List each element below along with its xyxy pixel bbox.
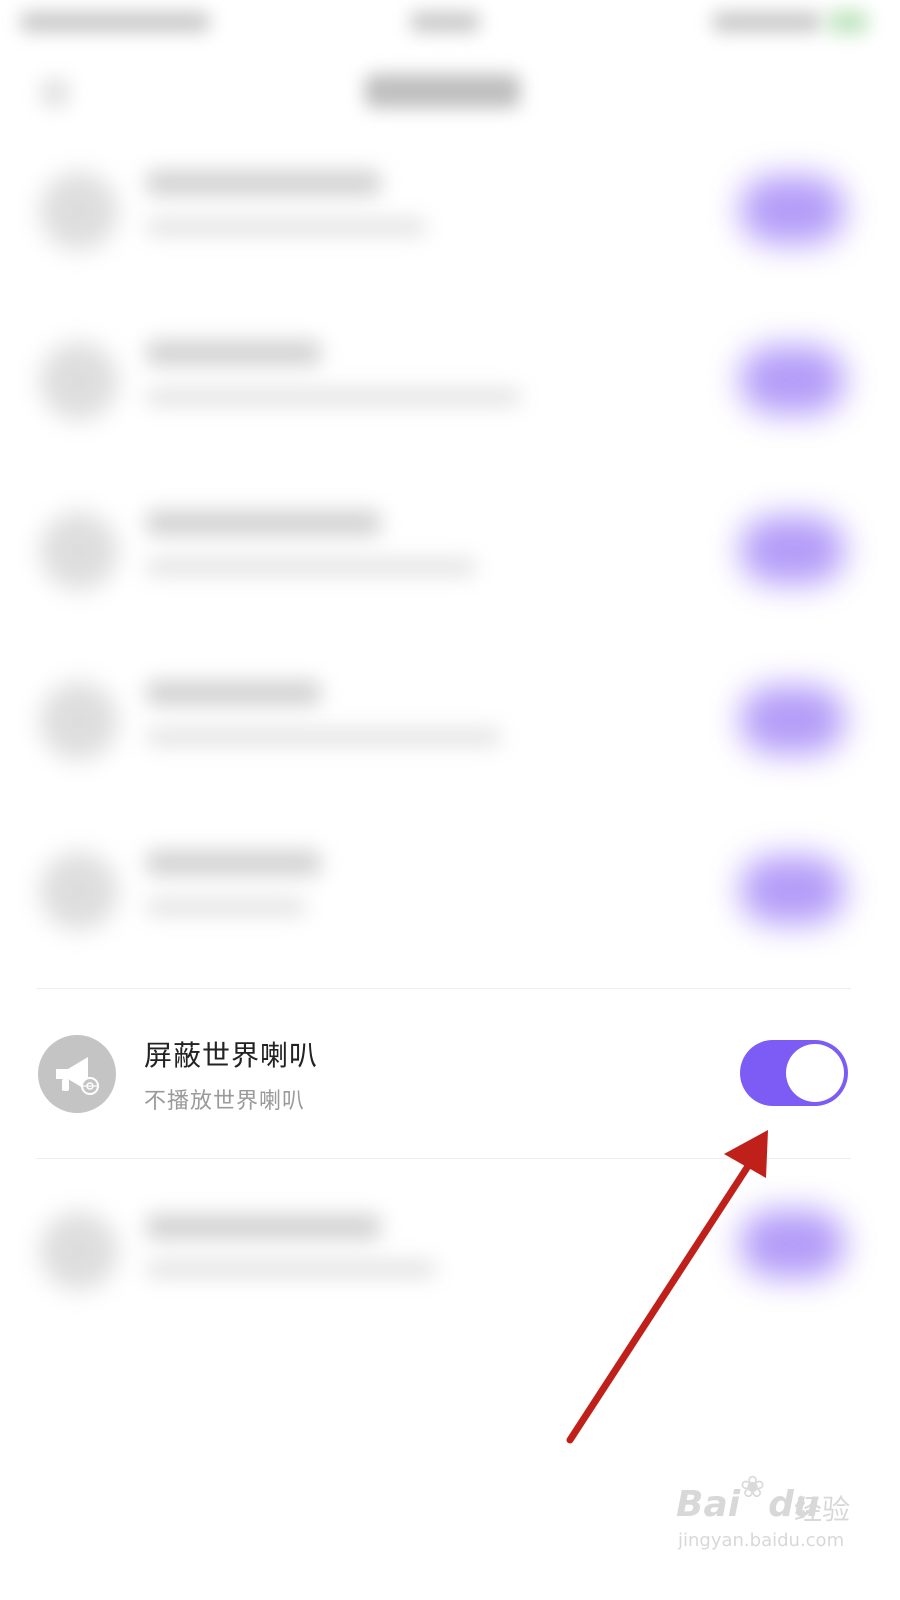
nav-bar [0,50,900,140]
divider [36,1158,851,1159]
baidu-jingyan-watermark: Bai du ❀ 经验 jingyan.baidu.com [676,1470,876,1562]
watermark-url: jingyan.baidu.com [678,1530,845,1551]
toggle-knob [786,1044,844,1102]
blurred-setting-row [0,650,900,822]
divider [36,988,851,989]
page-title [365,74,520,108]
setting-title: 屏蔽世界喇叭 [144,1039,319,1072]
blurred-setting-row [0,140,900,312]
status-bar [0,0,900,50]
blurred-setting-row [0,310,900,482]
watermark-product: 经验 [794,1493,851,1526]
block-world-speaker-toggle[interactable] [740,1040,848,1106]
megaphone-icon [38,1035,116,1113]
blurred-setting-row [0,480,900,652]
back-icon[interactable] [40,78,70,108]
setting-description: 不播放世界喇叭 [144,1089,306,1114]
blurred-setting-row [0,820,900,992]
setting-row-block-world-speaker: 屏蔽世界喇叭 不播放世界喇叭 [0,1000,900,1155]
paw-icon: ❀ [740,1470,766,1505]
blurred-setting-row [0,1160,900,1332]
